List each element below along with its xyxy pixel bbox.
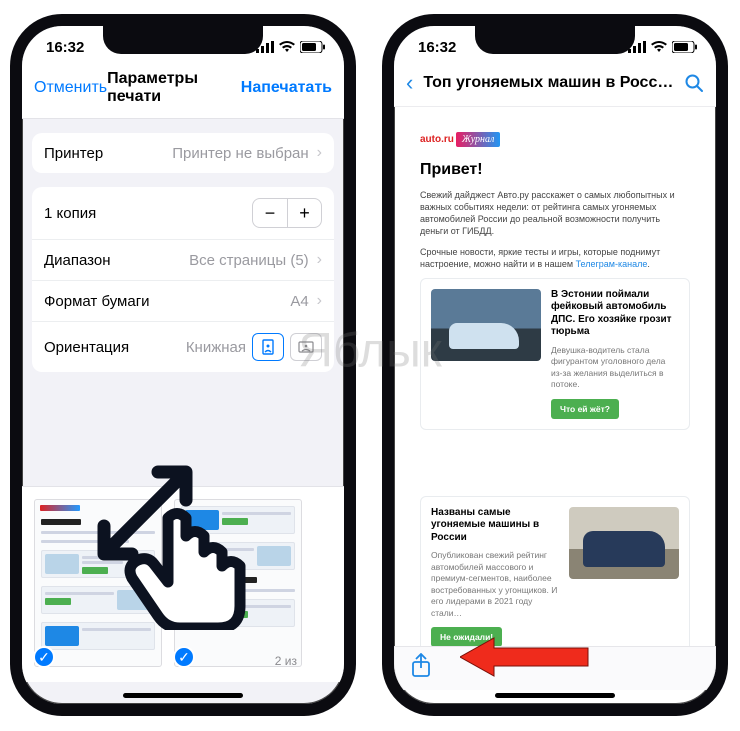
copies-row: 1 копия − + [32, 187, 334, 239]
chevron-right-icon: › [317, 144, 322, 162]
chevron-right-icon: › [317, 251, 322, 269]
page-counter: 2 из [275, 654, 297, 668]
print-button[interactable]: Напечатать [241, 79, 332, 97]
copies-stepper[interactable]: − + [252, 198, 322, 228]
card-text: Опубликован свежий рейтинг автомобилей м… [431, 550, 559, 619]
wifi-icon [279, 41, 295, 53]
status-time: 16:32 [46, 39, 84, 56]
print-nav: Отменить Параметры печати Напечатать [22, 62, 344, 119]
range-row[interactable]: Диапазон Все страницы (5) › [32, 239, 334, 280]
back-button[interactable]: ‹ [406, 70, 413, 96]
article-card-2[interactable]: Названы самые угоняемые машины в России … [420, 496, 690, 648]
card-title: В Эстонии поймали фейковый автомобиль ДП… [551, 289, 679, 339]
printer-section: Принтер Принтер не выбран › [32, 133, 334, 173]
status-time: 16:32 [418, 39, 456, 56]
paper-value: A4 [290, 293, 308, 310]
pinch-zoom-gesture-icon [72, 440, 262, 635]
check-icon: ✓ [173, 646, 195, 668]
card-image [431, 289, 541, 361]
options-section: 1 копия − + Диапазон Все страницы (5) › Ф… [32, 187, 334, 372]
search-icon[interactable] [684, 73, 704, 93]
document-page-2: Названы самые угоняемые машины в России … [406, 482, 704, 648]
check-icon: ✓ [33, 646, 55, 668]
document-title: Топ угоняемых машин в России, с… [423, 74, 674, 92]
home-indicator[interactable] [123, 693, 243, 698]
telegram-link[interactable]: Телеграм-канале [576, 259, 648, 269]
range-value: Все страницы (5) [189, 252, 309, 269]
battery-icon [300, 41, 326, 53]
telegram-paragraph: Срочные новости, яркие тесты и игры, кот… [420, 246, 690, 270]
nav-title: Параметры печати [107, 70, 241, 106]
cancel-button[interactable]: Отменить [34, 79, 107, 97]
orientation-row: Ориентация Книжная [32, 321, 334, 372]
chevron-right-icon: › [317, 292, 322, 310]
range-label: Диапазон [44, 252, 111, 269]
paper-row[interactable]: Формат бумаги A4 › [32, 280, 334, 321]
article-card-1[interactable]: В Эстонии поймали фейковый автомобиль ДП… [420, 278, 690, 430]
printer-row[interactable]: Принтер Принтер не выбран › [32, 133, 334, 173]
document-page-1: auto.ruЖурнал Привет! Свежий дайджест Ав… [406, 118, 704, 458]
notch [475, 26, 635, 54]
card-cta[interactable]: Что ей жёт? [551, 399, 619, 419]
document-nav: ‹ Топ угоняемых машин в России, с… [394, 62, 716, 107]
battery-icon [672, 41, 698, 53]
annotation-arrow-icon [460, 632, 590, 687]
stepper-minus[interactable]: − [253, 199, 287, 227]
orientation-portrait[interactable] [252, 333, 284, 361]
auto-ru-logo: auto.ruЖурнал [420, 132, 500, 147]
wifi-icon [651, 41, 667, 53]
orientation-label: Ориентация [44, 339, 129, 356]
share-button[interactable] [410, 653, 432, 684]
orientation-value: Книжная [186, 339, 246, 356]
home-indicator[interactable] [495, 693, 615, 698]
phone-right: 16:32 ‹ Топ угоняемых машин в России, с…… [382, 14, 728, 716]
notch [103, 26, 263, 54]
stepper-plus[interactable]: + [287, 199, 321, 227]
printer-value: Принтер не выбран [172, 145, 308, 162]
card-title: Названы самые угоняемые машины в России [431, 507, 559, 545]
card-image [569, 507, 679, 579]
document-viewport[interactable]: auto.ruЖурнал Привет! Свежий дайджест Ав… [394, 106, 716, 648]
printer-label: Принтер [44, 145, 103, 162]
copies-label: 1 копия [44, 205, 96, 222]
greeting-heading: Привет! [420, 161, 690, 179]
card-text: Девушка-водитель стала фигурантом уголов… [551, 345, 679, 391]
intro-paragraph: Свежий дайджест Авто.ру расскажет о самы… [420, 189, 690, 238]
orientation-landscape[interactable] [290, 333, 322, 361]
paper-label: Формат бумаги [44, 293, 150, 310]
